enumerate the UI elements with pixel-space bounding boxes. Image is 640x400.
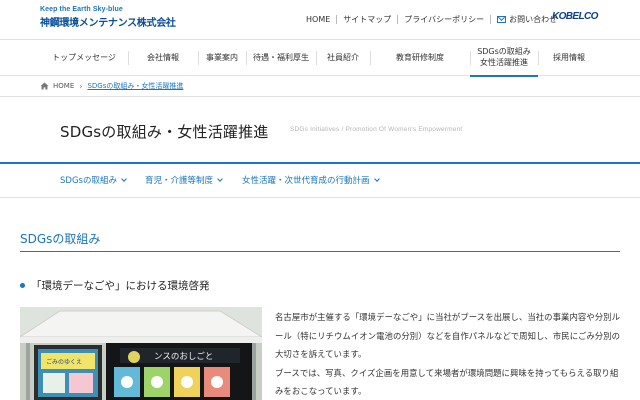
description-paragraph: 名古屋市が主催する「環境デーなごや」に当社がブースを出展し、当社の事業内容や分別… [275,312,621,360]
nav-item-label: 会社情報 [147,52,179,62]
nav-item-label: 採用情報 [553,52,585,62]
logo-tagline: Keep the Earth Sky-blue [40,6,123,13]
page-subtitle: SDGs Initiatives / Promotion Of Women's … [290,126,463,133]
section-title: SDGsの取組み [20,232,101,246]
bullet-icon [20,283,25,288]
breadcrumb-home[interactable]: HOME [53,82,74,90]
title-band: SDGsの取組み・女性活躍推進 SDGs Initiatives / Promo… [0,96,640,162]
nav-item-benefits[interactable]: 待遇・福利厚生 [246,40,316,76]
nav-item-label: トップメッセージ [52,52,116,62]
nav-item-recruit[interactable]: 採用情報 [538,40,600,76]
breadcrumb-current[interactable]: SDGsの取組み・女性活躍推進 [87,81,183,91]
divider [336,15,338,24]
anchor-link-childcare[interactable]: 育児・介護等制度 [145,174,223,186]
item-title: 「環境デーなごや」における環境啓発 [31,280,210,292]
item-heading: 「環境デーなごや」における環境啓発 [20,278,210,293]
photo-panel-text: ごみのゆくえ [46,358,82,366]
chevron-down-icon [217,176,223,182]
divider [490,15,492,24]
logo-company-name: 神鋼環境メンテナンス株式会社 [40,18,176,29]
utility-nav: HOME サイトマップ プライバシーポリシー お問い合わせ [306,14,557,25]
nav-item-top-message[interactable]: トップメッセージ [40,40,128,76]
utility-link-sitemap[interactable]: サイトマップ [343,14,391,25]
mail-icon [497,16,507,23]
description-paragraph: ブースでは、写真、クイズ企画を用意して来場者が環境問題に興味を持ってもらえる取り… [275,367,619,397]
anchor-link-label: SDGsの取組み [60,176,117,186]
breadcrumb: HOME › SDGsの取組み・女性活躍推進 [40,78,183,94]
utility-link-home[interactable]: HOME [306,15,330,24]
nav-item-label: 事業案内 [206,52,238,62]
utility-link-privacy[interactable]: プライバシーポリシー [404,14,484,25]
chevron-down-icon [121,176,127,182]
booth-illustration: ごみのゆくえ ンスのおしごと [20,307,262,400]
divider [397,15,399,24]
nav-item-employees[interactable]: 社員紹介 [316,40,370,76]
main-nav: トップメッセージ 会社情報 事業案内 待遇・福利厚生 社員紹介 教育研修制度 S… [0,40,640,77]
kobelco-logo[interactable]: KOBELCO [552,11,598,22]
home-icon [40,82,49,90]
page-title: SDGsの取組み・女性活躍推進 [60,123,269,141]
nav-item-label: 社員紹介 [327,52,359,62]
contact-label: お問い合わせ [509,15,558,24]
anchor-nav: SDGsの取組み 育児・介護等制度 女性活躍・次世代育成の行動計画 [0,162,640,198]
anchor-link-label: 育児・介護等制度 [145,176,214,186]
nav-item-training[interactable]: 教育研修制度 [370,40,470,76]
nav-item-label: 教育研修制度 [396,52,444,62]
nav-item-business[interactable]: 事業案内 [198,40,246,76]
anchor-link-label: 女性活躍・次世代育成の行動計画 [242,176,370,186]
nav-item-company[interactable]: 会社情報 [128,40,198,76]
anchor-link-action-plan[interactable]: 女性活躍・次世代育成の行動計画 [242,174,380,186]
nav-item-sdgs[interactable]: SDGsの取組み 女性活躍推進 [470,40,538,77]
section-heading: SDGsの取組み [20,228,620,252]
booth-photo: ごみのゆくえ ンスのおしごと [20,307,262,400]
chevron-right-icon: › [79,81,83,91]
photo-sign-text: ンスのおしごと [154,351,213,362]
anchor-link-sdgs[interactable]: SDGsの取組み [60,174,127,186]
nav-item-label: SDGsの取組み [477,47,531,57]
nav-item-label: 待遇・福利厚生 [253,52,309,62]
company-logo[interactable]: Keep the Earth Sky-blue 神鋼環境メンテナンス株式会社 [40,6,176,29]
nav-item-label: 女性活躍推進 [479,58,528,67]
site-header: Keep the Earth Sky-blue 神鋼環境メンテナンス株式会社 H… [0,0,640,40]
chevron-down-icon [373,176,380,182]
contact-link[interactable]: お問い合わせ [497,14,557,25]
item-description: 名古屋市が主催する「環境デーなごや」に当社がブースを出展し、当社の事業内容や分別… [275,308,621,400]
